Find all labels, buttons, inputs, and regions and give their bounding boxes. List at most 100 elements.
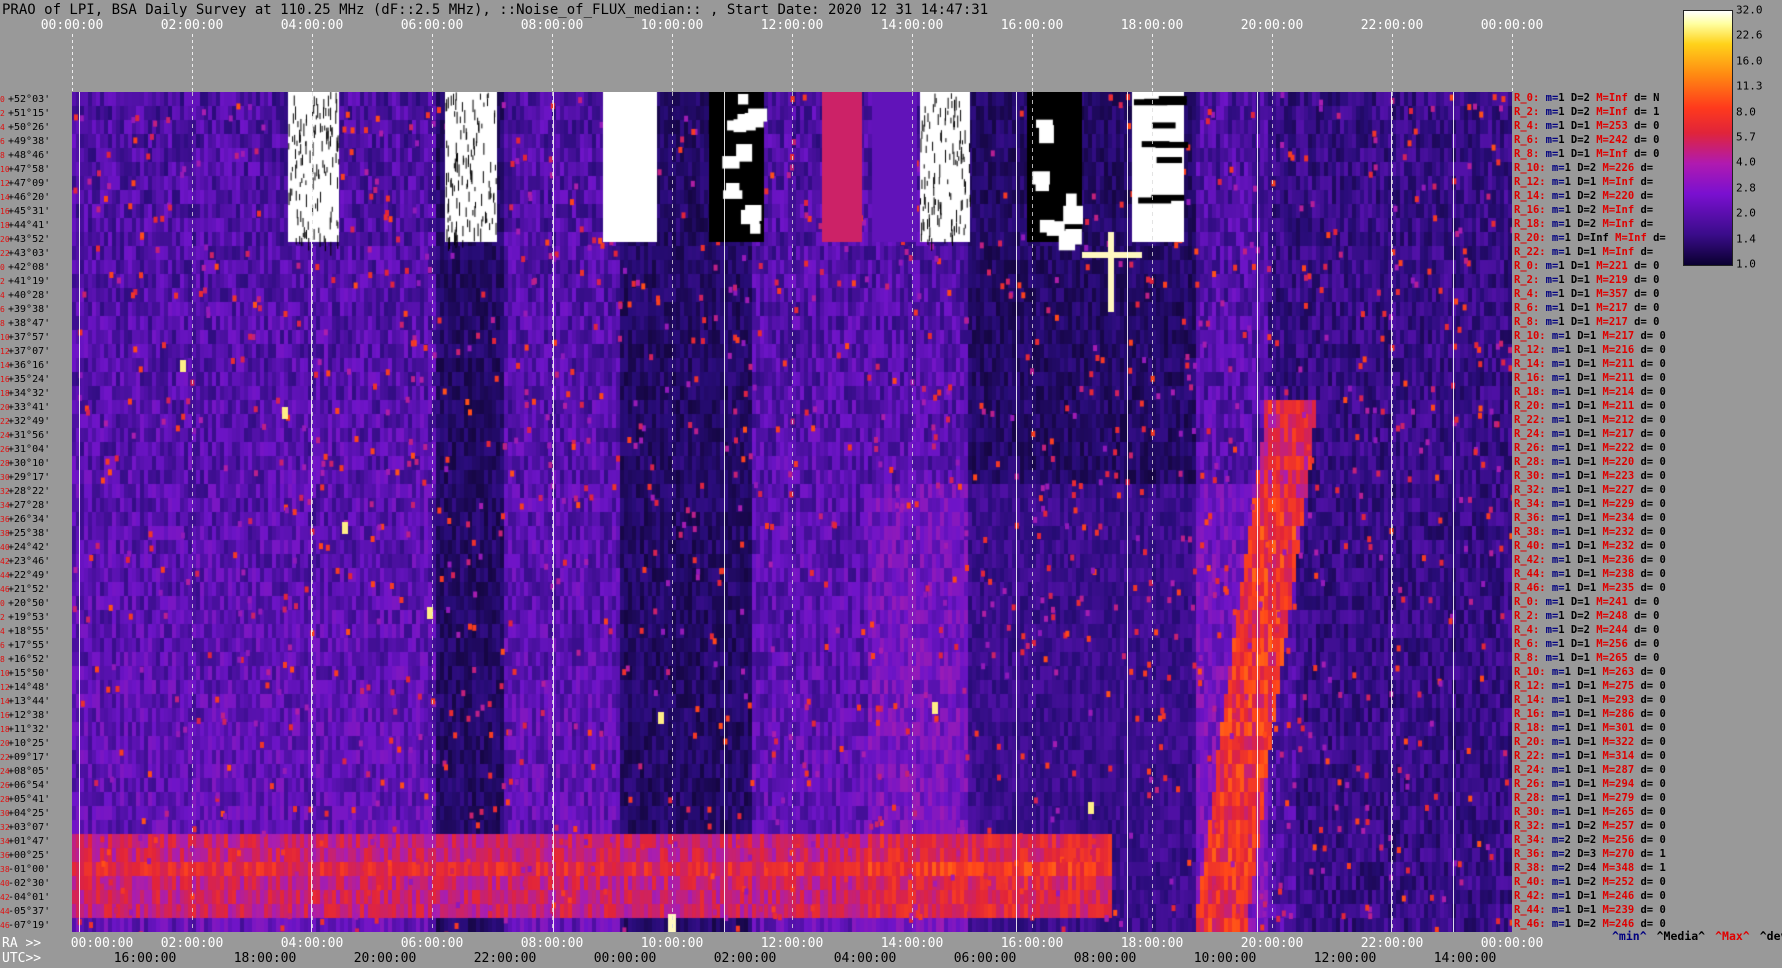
stat-part: M= (1596, 540, 1616, 552)
row-stat: R_44: m=1 D=1 M=239 d= 0 (1514, 904, 1684, 917)
stat-part: 226 (1615, 162, 1635, 174)
ra-tick-label: 16:00:00 (1000, 936, 1064, 951)
stat-part: M= (1589, 288, 1609, 300)
stat-part: d= (1634, 680, 1660, 692)
declination-label: 10+15°50' (0, 668, 72, 679)
stat-part: d= (1634, 862, 1660, 874)
stat-part: d= (1634, 512, 1660, 524)
stat-part: R_22: (1514, 246, 1546, 258)
stat-part: D= (1570, 512, 1590, 524)
declination-label: 18+34°32' (0, 388, 72, 399)
stat-part: m= (1545, 820, 1565, 832)
stat-part: M= (1596, 470, 1616, 482)
stat-part: R_12: (1514, 344, 1546, 356)
stat-part: D= (1570, 498, 1590, 510)
stat-part: m= (1545, 358, 1565, 370)
declination-value: +46°20' (8, 192, 51, 203)
row-stat: R_2: m=1 D=1 M=219 d= 0 (1514, 274, 1684, 287)
row-index: 22 (0, 753, 10, 762)
stat-part: D= (1564, 148, 1584, 160)
gridline-dashed (1392, 92, 1393, 932)
gridline-dashed (1152, 92, 1153, 932)
stat-part: d= (1634, 750, 1660, 762)
gridline-dashed (312, 92, 313, 932)
stat-part: Inf (1615, 204, 1635, 216)
stat-part: 0 (1653, 134, 1660, 146)
row-stat: R_22: m=1 D=1 M=314 d= 0 (1514, 750, 1684, 763)
top-tick-mark (672, 34, 673, 92)
declination-value: +03°07' (8, 822, 51, 833)
stat-part: m= (1545, 456, 1565, 468)
row-stat: R_36: m=1 D=1 M=234 d= 0 (1514, 512, 1684, 525)
row-index: 36 (0, 515, 10, 524)
row-stat: R_8: m=1 D=1 M=265 d= 0 (1514, 652, 1684, 665)
stat-part: D= (1570, 736, 1590, 748)
row-index: 38 (0, 529, 10, 538)
stat-part: 253 (1608, 120, 1628, 132)
row-stat: R_34: m=2 D=2 M=256 d= 0 (1514, 834, 1684, 847)
declination-value: +52°03' (8, 94, 51, 105)
stat-part: Inf (1627, 232, 1647, 244)
stat-part: D= (1570, 470, 1590, 482)
colorbar-tick: 2.8 (1736, 181, 1756, 195)
stat-part: R_16: (1514, 708, 1546, 720)
stat-part: d= (1627, 106, 1654, 118)
stat-part: m= (1545, 722, 1565, 734)
stat-part: d= (1634, 904, 1660, 916)
stat-part: D= (1570, 834, 1590, 846)
row-index: 40 (0, 543, 10, 552)
declination-value: +21°52' (8, 584, 51, 595)
declination-value: +11°32' (8, 724, 51, 735)
declination-value: +29°17' (8, 472, 51, 483)
stat-part: R_46: (1514, 918, 1546, 930)
gridline (1257, 92, 1258, 932)
stat-part: M= (1596, 820, 1616, 832)
stat-part: 236 (1615, 554, 1635, 566)
stat-part: M= (1596, 680, 1616, 692)
stat-part: D= (1570, 582, 1590, 594)
stat-part: M= (1596, 162, 1616, 174)
stat-part: m= (1545, 778, 1565, 790)
stat-part: d= (1627, 148, 1654, 160)
row-stat: R_4: m=1 D=1 M=357 d= 0 (1514, 288, 1684, 301)
stat-part: R_34: (1514, 498, 1546, 510)
row-stat: R_30: m=1 D=1 M=223 d= 0 (1514, 470, 1684, 483)
declination-label: 10+37°57' (0, 332, 72, 343)
stat-part: R_16: (1514, 204, 1546, 216)
ra-tick-label: 18:00:00 (1120, 936, 1184, 951)
stat-part: R_14: (1514, 190, 1546, 202)
declination-value: +17°55' (8, 640, 51, 651)
stat-part: 0 (1659, 666, 1666, 678)
stat-part: R_6: (1514, 638, 1540, 650)
stat-part: 0 (1653, 652, 1660, 664)
stat-part: R_0: (1514, 596, 1540, 608)
stat-part: m= (1545, 330, 1565, 342)
gridline (724, 92, 725, 932)
stat-part: 301 (1615, 722, 1635, 734)
stat-part: 0 (1659, 764, 1666, 776)
stat-part: D= (1570, 862, 1590, 874)
top-tick-mark (912, 34, 913, 92)
stat-part: m= (1539, 302, 1559, 314)
stat-part: D= (1564, 120, 1584, 132)
declination-value: +43°52' (8, 234, 51, 245)
stat-part: R_8: (1514, 316, 1540, 328)
stat-part: D= (1570, 554, 1590, 566)
declination-label: 34+01°47' (0, 836, 72, 847)
gridline-dashed (432, 92, 433, 932)
stat-part: m= (1539, 316, 1559, 328)
stat-part: 1 (1659, 862, 1666, 874)
declination-value: +49°38' (8, 136, 51, 147)
stat-part: M= (1596, 666, 1616, 678)
declination-label: 18+44°41' (0, 220, 72, 231)
stat-part: 275 (1615, 680, 1635, 692)
stat-part: D= (1570, 890, 1590, 902)
stat-part: 0 (1659, 890, 1666, 902)
gridline-dashed (792, 92, 793, 932)
stat-part: D= (1570, 694, 1590, 706)
declination-value: +41°19' (8, 276, 51, 287)
declination-label: 6 +49°38' (0, 136, 72, 147)
colorbar-tick: 16.0 (1736, 54, 1763, 68)
row-stat: R_12: m=1 D=1 M=216 d= 0 (1514, 344, 1684, 357)
declination-value: +14°48' (8, 682, 51, 693)
